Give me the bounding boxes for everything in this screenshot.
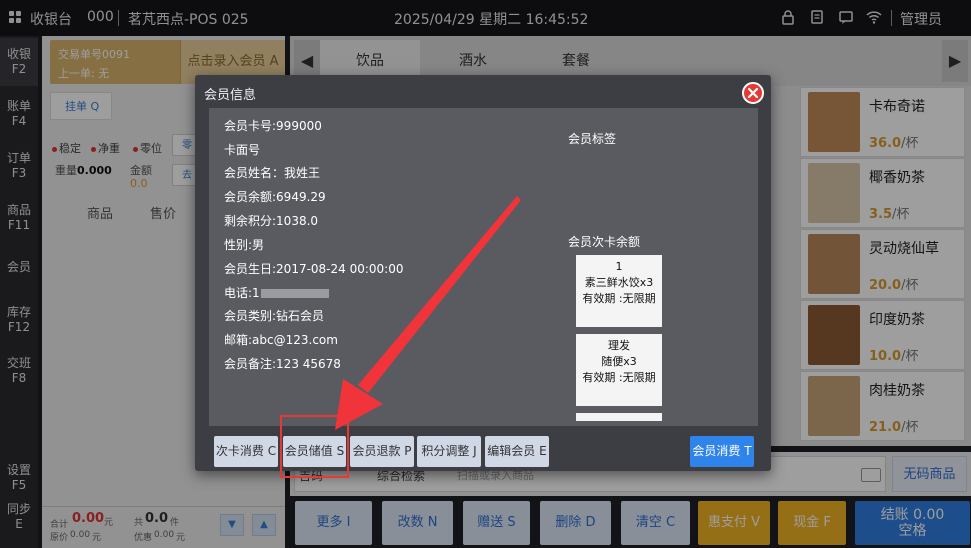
count-card[interactable]: 1 素三鲜水饺x3 有效期 :无限期 bbox=[576, 255, 662, 327]
member-details: 会员卡号:999000 卡面号 会员姓名：我姓王 会员余额:6949.29 剩余… bbox=[209, 108, 758, 426]
member-balance: 会员余额:6949.29 bbox=[224, 190, 326, 204]
card-number: 会员卡号:999000 bbox=[224, 119, 322, 133]
close-button[interactable] bbox=[742, 82, 764, 104]
member-birthday: 会员生日:2017-08-24 00:00:00 bbox=[224, 262, 404, 276]
card-item: 随便x3 bbox=[601, 355, 637, 368]
card-validity: 有效期 :无限期 bbox=[582, 371, 656, 384]
card-item: 素三鲜水饺x3 bbox=[584, 276, 654, 289]
member-info-dialog: 会员信息 会员卡号:999000 卡面号 会员姓名：我姓王 会员余额:6949.… bbox=[195, 75, 771, 471]
points-adjust-button[interactable]: 积分调整 J bbox=[417, 436, 481, 467]
redacted-mask bbox=[260, 289, 329, 298]
member-email: 邮箱:abc@123.com bbox=[224, 333, 338, 347]
count-card[interactable]: 理发 随便x3 有效期 :无限期 bbox=[576, 334, 662, 406]
card-validity: 有效期 :无限期 bbox=[582, 292, 656, 305]
member-tags-label: 会员标签 bbox=[568, 132, 617, 146]
member-refund-button[interactable]: 会员退款 P bbox=[350, 436, 414, 467]
count-card-label: 会员次卡余额 bbox=[568, 235, 641, 249]
count-card[interactable] bbox=[576, 413, 662, 421]
card-title: 理发 bbox=[608, 339, 630, 352]
member-category: 会员类别:钻石会员 bbox=[224, 309, 325, 323]
pos-app: 收银台 000 茗芃西点-POS 025 2025/04/29 星期二 16:4… bbox=[0, 0, 971, 548]
count-card-consume-button[interactable]: 次卡消费 C bbox=[214, 436, 278, 467]
card-title: 1 bbox=[615, 260, 623, 273]
member-gender: 性别:男 bbox=[224, 238, 265, 252]
close-icon bbox=[747, 87, 759, 99]
highlight-box bbox=[280, 415, 349, 478]
card-face-number: 卡面号 bbox=[224, 143, 261, 157]
member-phone: 电话:1 bbox=[224, 284, 329, 301]
member-remark: 会员备注:123 45678 bbox=[224, 357, 341, 371]
member-name: 会员姓名：我姓王 bbox=[224, 166, 321, 180]
edit-member-button[interactable]: 编辑会员 E bbox=[485, 436, 549, 467]
member-points: 剩余积分:1038.0 bbox=[224, 214, 319, 228]
member-consume-button[interactable]: 会员消费 T bbox=[690, 436, 754, 467]
dialog-title: 会员信息 bbox=[204, 88, 257, 103]
